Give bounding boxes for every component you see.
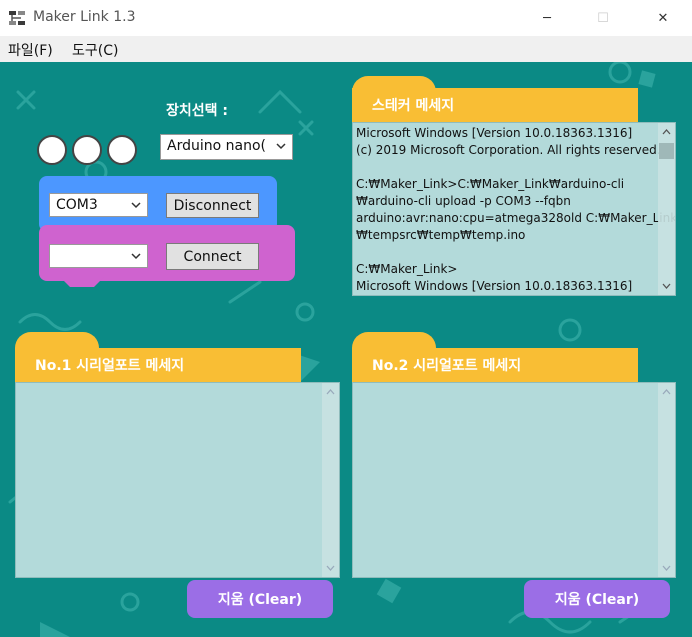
com-port-select[interactable]: COM3 <box>49 193 148 217</box>
serial2-panel-title: No.2 시리얼포트 메세지 <box>372 358 522 374</box>
console-line: Microsoft Windows [Version 10.0.18363.13… <box>356 126 633 140</box>
maximize-button[interactable]: ☐ <box>580 0 626 36</box>
app-logo-icon <box>9 11 25 25</box>
device-select-label: 장치선택 : <box>166 103 228 119</box>
scroll-down-icon[interactable] <box>326 563 335 572</box>
serial1-console[interactable] <box>15 382 340 578</box>
main-area: 장치선택 : Arduino nano( COM3 Disconnect Con… <box>0 62 692 637</box>
close-button[interactable]: ✕ <box>640 0 686 36</box>
status-indicator-2 <box>72 135 102 165</box>
console-line: ₩arduino-cli upload -p COM3 --fqbn <box>356 194 571 208</box>
title-bar: Maker Link 1.3 ─ ☐ ✕ <box>0 0 692 36</box>
serial2-console[interactable] <box>352 382 676 578</box>
console-line: Microsoft Windows [Version 10.0.18363.13… <box>356 279 633 293</box>
chevron-down-icon <box>131 253 141 260</box>
serial2-scrollbar[interactable] <box>658 383 675 577</box>
status-indicator-3 <box>107 135 137 165</box>
serial2-panel-header: No.2 시리얼포트 메세지 <box>352 348 638 382</box>
menu-tools[interactable]: 도구(C) <box>72 40 118 60</box>
scroll-down-icon[interactable] <box>662 563 671 572</box>
menu-bar: 파일(F) 도구(C) <box>0 36 692 62</box>
console-line: C:₩Maker_Link>C:₩Maker_Link₩arduino-cli <box>356 177 625 191</box>
serial1-scrollbar[interactable] <box>322 383 339 577</box>
device-select-value: Arduino nano( <box>167 138 266 154</box>
serial2-clear-label: 지움 (Clear) <box>554 592 640 608</box>
console-line: (c) 2019 Microsoft Corporation. All righ… <box>356 143 661 157</box>
sketch-console[interactable]: Microsoft Windows [Version 10.0.18363.13… <box>352 122 676 296</box>
close-icon: ✕ <box>657 10 669 26</box>
device-select[interactable]: Arduino nano( <box>160 134 293 160</box>
maximize-icon: ☐ <box>597 10 609 26</box>
scroll-down-icon[interactable] <box>662 281 671 290</box>
menu-file[interactable]: 파일(F) <box>8 40 53 60</box>
sketch-panel-title: 스테커 메세지 <box>372 98 455 114</box>
serial1-clear-button[interactable]: 지움 (Clear) <box>187 580 333 618</box>
scroll-up-icon[interactable] <box>662 128 671 137</box>
chevron-down-icon <box>131 202 141 209</box>
app-window: Maker Link 1.3 ─ ☐ ✕ 파일(F) 도구(C) 장치선택: … <box>0 0 692 637</box>
sketch-panel-header: 스테커 메세지 <box>352 88 638 122</box>
com-port-value: COM3 <box>56 197 98 213</box>
scroll-up-icon[interactable] <box>326 388 335 397</box>
connect-block-notch <box>60 277 104 287</box>
sketch-console-text: Microsoft Windows [Version 10.0.18363.13… <box>356 125 676 296</box>
window-title: Maker Link 1.3 <box>33 9 136 25</box>
sketch-scrollbar[interactable] <box>658 123 675 295</box>
minimize-icon: ─ <box>543 10 551 26</box>
connect-button[interactable]: Connect <box>166 243 259 270</box>
console-line: ₩tempsrc₩temp₩temp.ino <box>356 228 526 242</box>
console-line: C:₩Maker_Link> <box>356 262 458 276</box>
serial1-panel-header: No.1 시리얼포트 메세지 <box>15 348 301 382</box>
serial1-panel-title: No.1 시리얼포트 메세지 <box>35 358 185 374</box>
serial2-clear-button[interactable]: 지움 (Clear) <box>524 580 670 618</box>
scroll-up-icon[interactable] <box>662 388 671 397</box>
second-port-select[interactable] <box>49 244 148 268</box>
minimize-button[interactable]: ─ <box>524 0 570 36</box>
console-line: arduino:avr:nano:cpu=atmega328old C:₩Mak… <box>356 211 676 225</box>
disconnect-button[interactable]: Disconnect <box>166 193 259 218</box>
status-indicator-1 <box>37 135 67 165</box>
chevron-down-icon <box>276 143 286 150</box>
serial1-clear-label: 지움 (Clear) <box>217 592 303 608</box>
scroll-thumb[interactable] <box>659 143 674 159</box>
console-line: (c) 2019 Microsoft Corporation. All righ… <box>356 295 676 296</box>
